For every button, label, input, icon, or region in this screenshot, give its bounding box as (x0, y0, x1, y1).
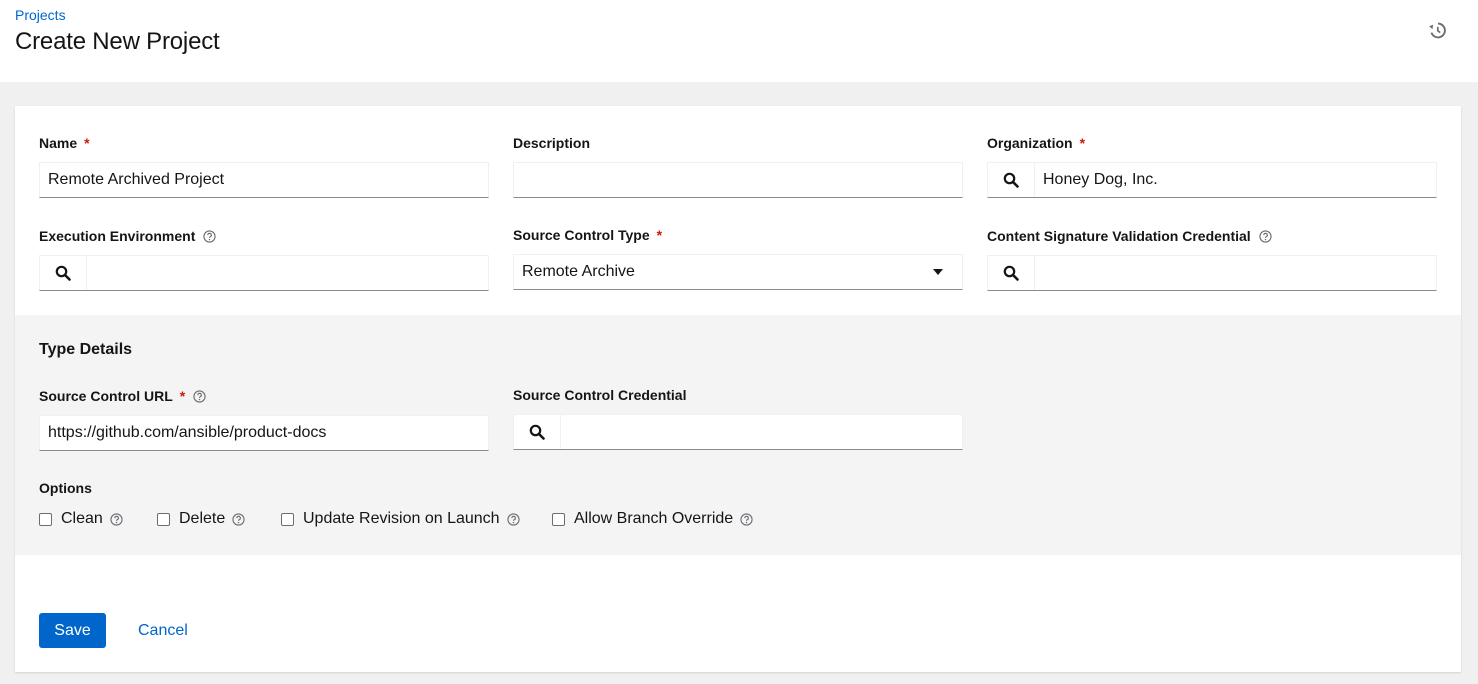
type-details-section: Type Details Source Control URL * https:/… (15, 315, 1461, 555)
organization-search-button[interactable] (988, 163, 1035, 197)
source-control-type-field: Source Control Type * Remote Archive (513, 226, 963, 290)
source-control-credential-search-button[interactable] (514, 415, 561, 449)
help-icon[interactable] (110, 512, 123, 526)
execution-environment-input[interactable] (87, 256, 488, 290)
organization-input[interactable]: Honey Dog, Inc. (1035, 163, 1436, 197)
organization-label: Organization (987, 135, 1073, 151)
help-icon[interactable] (232, 512, 245, 526)
name-label: Name (39, 135, 78, 151)
help-icon[interactable] (740, 512, 753, 526)
history-icon (1428, 22, 1446, 38)
clean-label: Clean (61, 510, 103, 527)
search-icon (55, 265, 71, 281)
allow-branch-override-label: Allow Branch Override (574, 510, 734, 527)
execution-environment-label: Execution Environment (39, 228, 196, 244)
breadcrumb-projects[interactable]: Projects (15, 7, 66, 23)
cancel-button[interactable]: Cancel (138, 613, 188, 648)
save-button[interactable]: Save (39, 613, 106, 648)
allow-branch-override-checkbox[interactable] (552, 512, 565, 526)
delete-checkbox[interactable] (157, 512, 170, 526)
description-input[interactable] (513, 162, 963, 198)
type-details-title: Type Details (39, 341, 133, 358)
options-label: Options (39, 480, 92, 496)
option-clean: Clean (39, 510, 123, 528)
option-delete: Delete (157, 510, 245, 528)
organization-field: Organization * Honey Dog, Inc. (987, 134, 1437, 198)
execution-environment-field: Execution Environment (39, 227, 489, 291)
caret-down-icon (933, 269, 943, 275)
option-allow-branch-override: Allow Branch Override (552, 510, 753, 528)
help-icon[interactable] (506, 512, 520, 526)
description-label: Description (513, 135, 591, 151)
source-control-credential-label: Source Control Credential (513, 387, 687, 403)
required-indicator: * (656, 227, 663, 243)
search-icon (1003, 265, 1019, 281)
execution-environment-search-button[interactable] (40, 256, 87, 290)
content-signature-credential-lookup (987, 255, 1437, 291)
help-icon[interactable] (203, 229, 216, 243)
history-button[interactable] (1426, 19, 1448, 41)
organization-lookup: Honey Dog, Inc. (987, 162, 1437, 198)
content-signature-credential-label: Content Signature Validation Credential (987, 228, 1251, 244)
option-update-revision-on-launch: Update Revision on Launch (281, 510, 520, 528)
name-input[interactable]: Remote Archived Project (39, 162, 489, 198)
search-icon (1003, 172, 1019, 188)
required-indicator: * (84, 135, 90, 151)
required-indicator: * (179, 388, 186, 404)
source-control-url-label: Source Control URL (39, 388, 173, 404)
delete-label: Delete (179, 510, 226, 527)
page-header: Projects Create New Project (0, 0, 1478, 82)
update-revision-checkbox[interactable] (281, 512, 294, 526)
source-control-type-select[interactable]: Remote Archive (513, 254, 963, 290)
help-icon[interactable] (193, 389, 206, 403)
clean-checkbox[interactable] (39, 512, 52, 526)
content-signature-credential-search-button[interactable] (988, 256, 1035, 290)
execution-environment-lookup (39, 255, 489, 291)
help-icon[interactable] (1259, 229, 1272, 243)
update-revision-label: Update Revision on Launch (303, 510, 500, 527)
source-control-credential-input[interactable] (561, 415, 962, 449)
content-signature-credential-input[interactable] (1035, 256, 1436, 290)
source-control-type-label: Source Control Type (513, 227, 650, 243)
source-control-url-input[interactable]: https://github.com/ansible/product-docs (39, 415, 489, 451)
page-title: Create New Project (15, 28, 220, 55)
source-control-credential-lookup (513, 414, 963, 450)
required-indicator: * (1079, 135, 1086, 151)
name-field: Name * Remote Archived Project (39, 134, 489, 198)
description-field: Description (513, 134, 963, 198)
content-signature-credential-field: Content Signature Validation Credential (987, 227, 1437, 291)
source-control-credential-field: Source Control Credential (513, 386, 963, 450)
source-control-type-value: Remote Archive (522, 263, 635, 280)
project-form-card: Name * Remote Archived Project Descriptio… (15, 106, 1461, 672)
search-icon (529, 424, 545, 440)
source-control-url-field: Source Control URL * https://github.com/a… (39, 387, 489, 451)
